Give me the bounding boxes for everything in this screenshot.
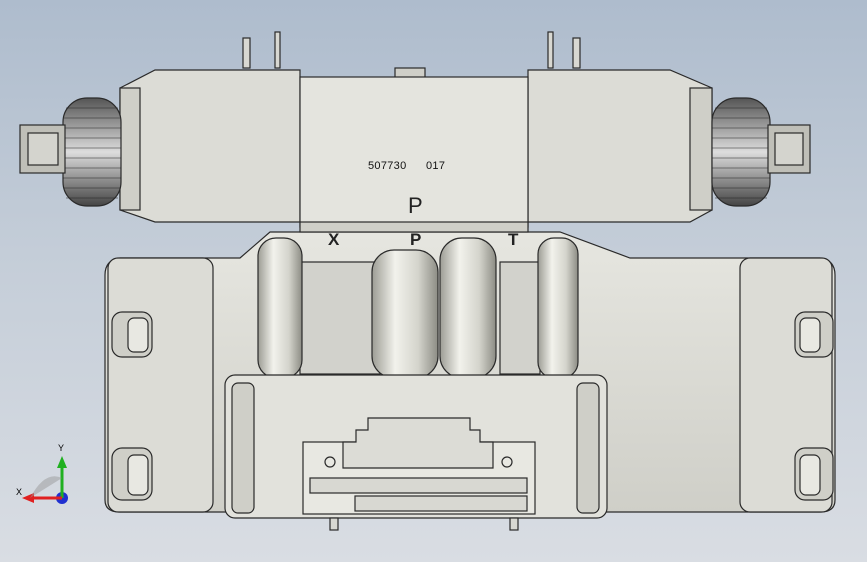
axis-triad — [22, 456, 68, 504]
revision-label: 017 — [426, 160, 446, 172]
tube-p — [439, 237, 497, 379]
port-label-p: P — [410, 230, 422, 249]
front-cover-plate[interactable] — [224, 374, 608, 531]
manual-override-knob-left — [62, 97, 122, 207]
valve-model[interactable] — [0, 0, 867, 562]
solenoid-coil-left — [119, 69, 301, 223]
port-label-x: X — [328, 230, 340, 249]
y-axis-label: Y — [58, 443, 65, 453]
port-label-t: T — [508, 230, 519, 249]
tube-t — [537, 237, 579, 379]
solenoid-terminal-right — [572, 37, 581, 69]
part-number-label: 507730 — [368, 160, 407, 172]
solenoid-coil-right — [527, 69, 713, 223]
solenoid-terminal-left — [242, 37, 251, 69]
cad-viewport[interactable]: 507730 017 P X P T Y X — [0, 0, 867, 562]
tube-x — [257, 237, 303, 379]
pilot-port-label: P — [408, 193, 423, 218]
x-axis-label: X — [16, 487, 23, 497]
manual-override-knob-right — [711, 97, 771, 207]
tube-b — [371, 249, 439, 379]
